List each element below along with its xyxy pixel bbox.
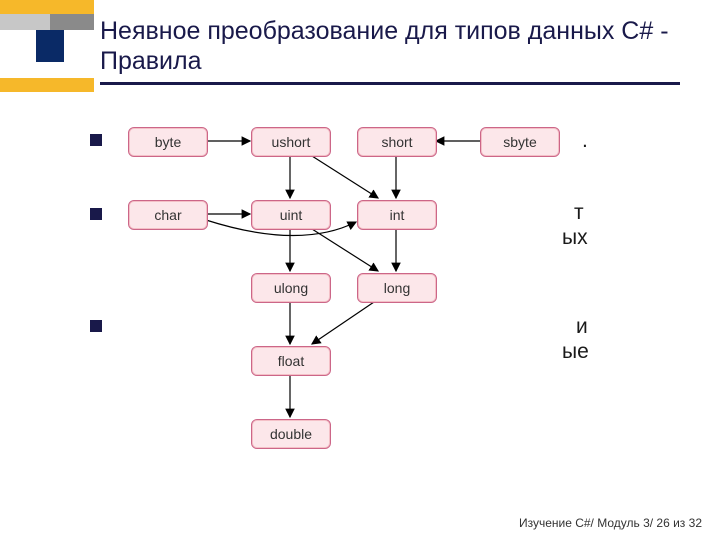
bg-text-frag-3a: и (576, 314, 588, 340)
bg-text-frag-1: . (582, 128, 588, 154)
bg-text-frag-2b: ых (562, 225, 588, 251)
node-byte: byte (128, 127, 208, 157)
node-int: int (357, 200, 437, 230)
deco-bar-orange (0, 0, 94, 14)
bullet-square-1 (90, 134, 102, 146)
deco-bar-grey-dark (50, 14, 94, 30)
node-char: char (128, 200, 208, 230)
bg-text-frag-2a: т (574, 200, 584, 226)
node-long: long (357, 273, 437, 303)
slide-footer: Изучение C#/ Модуль 3/ 26 из 32 (519, 516, 702, 530)
deco-bar-grey-light (0, 14, 50, 30)
slide-title: Неявное преобразование для типов данных … (100, 16, 680, 85)
bullet-square-3 (90, 320, 102, 332)
deco-bar-gold (0, 78, 94, 92)
deco-square-navy (36, 30, 64, 62)
node-double: double (251, 419, 331, 449)
bullet-square-2 (90, 208, 102, 220)
slide-stage: Неявное преобразование для типов данных … (0, 0, 720, 540)
node-uint: uint (251, 200, 331, 230)
node-short: short (357, 127, 437, 157)
node-float: float (251, 346, 331, 376)
node-sbyte: sbyte (480, 127, 560, 157)
bg-text-frag-3b: ые (562, 339, 589, 365)
node-ulong: ulong (251, 273, 331, 303)
node-ushort: ushort (251, 127, 331, 157)
